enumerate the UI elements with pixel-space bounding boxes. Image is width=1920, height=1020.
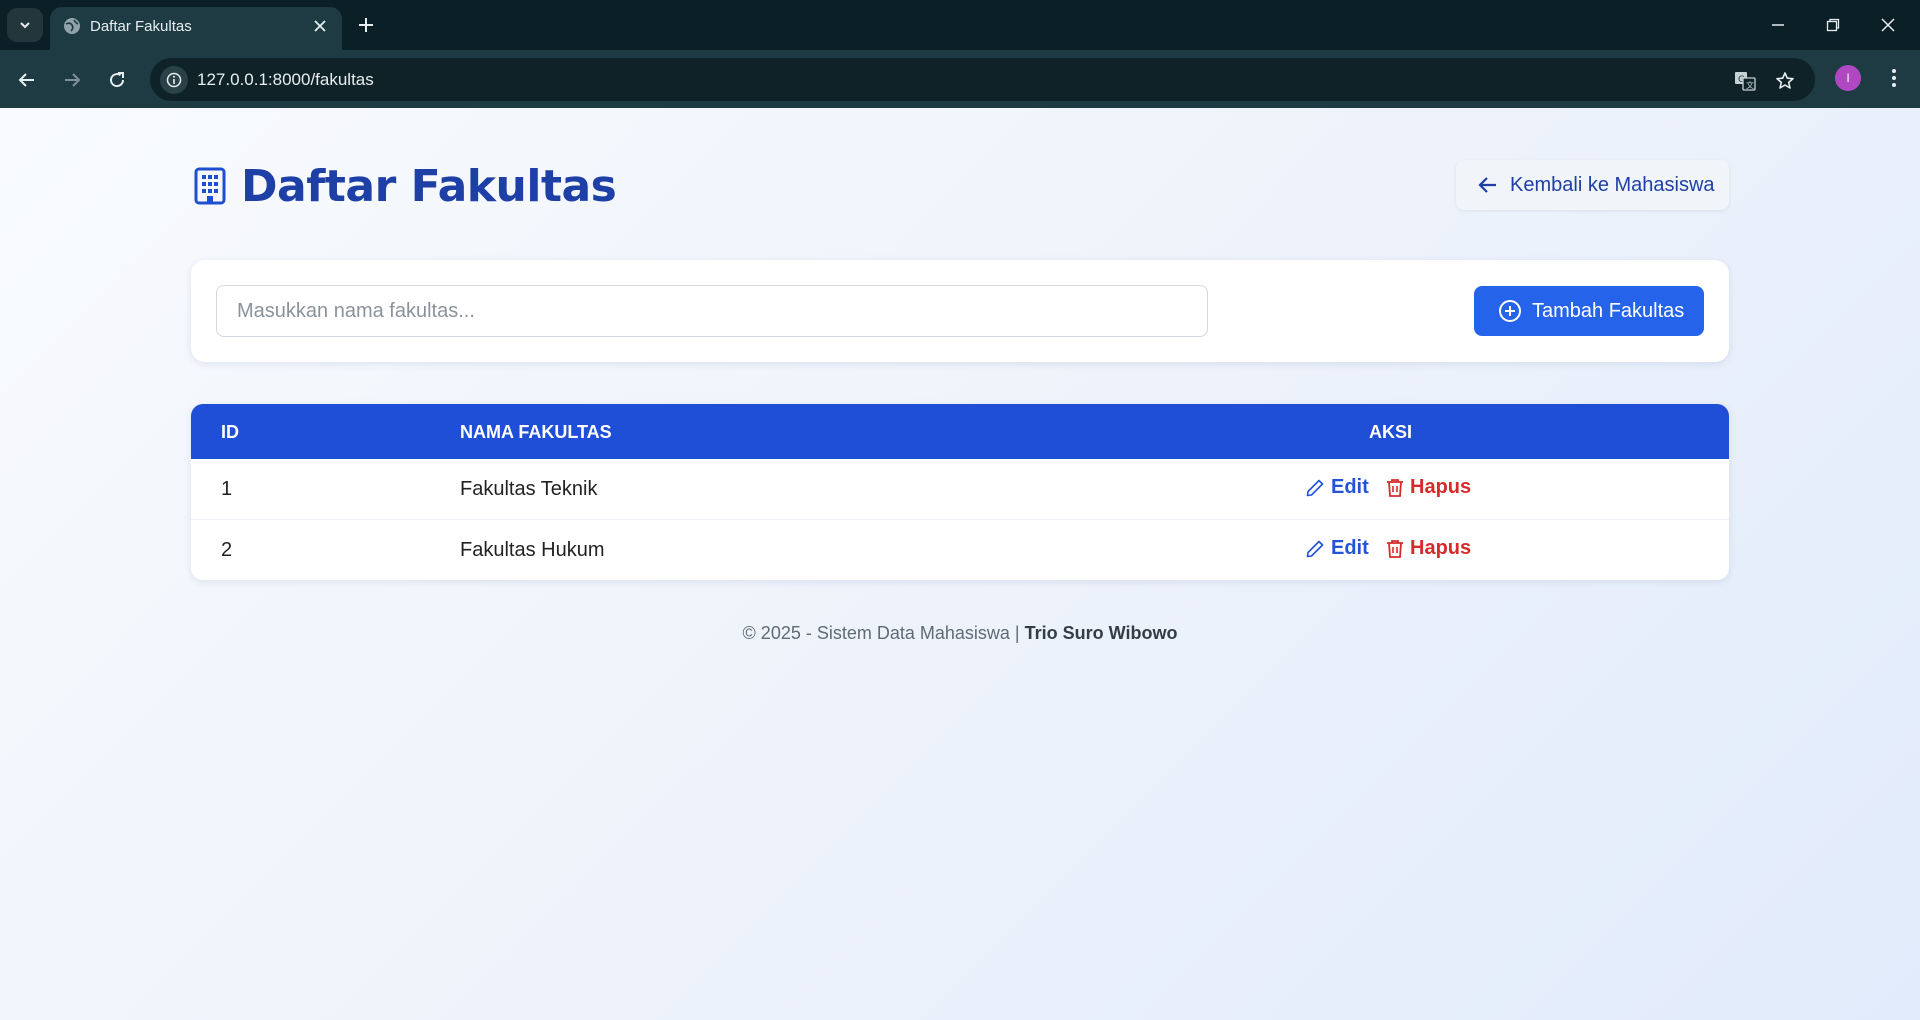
page-body: Daftar Fakultas Kembali ke Mahasiswa Tam… — [0, 108, 1920, 1020]
add-button-label: Tambah Fakultas — [1532, 299, 1685, 322]
new-tab-button[interactable] — [353, 12, 379, 38]
add-fakultas-button[interactable]: Tambah Fakultas — [1474, 286, 1704, 336]
plus-icon — [359, 18, 373, 32]
restore-button[interactable] — [1815, 10, 1851, 40]
reload-button[interactable] — [102, 65, 132, 95]
browser-menu-button[interactable] — [1881, 65, 1907, 91]
page-header: Daftar Fakultas Kembali ke Mahasiswa — [191, 160, 1729, 214]
profile-avatar[interactable]: I — [1835, 65, 1861, 91]
site-info-button[interactable] — [160, 66, 188, 94]
browser-tab[interactable]: Daftar Fakultas — [50, 7, 342, 50]
building-icon — [194, 167, 226, 205]
back-to-mahasiswa-button[interactable]: Kembali ke Mahasiswa — [1456, 160, 1729, 210]
column-header-name: NAMA FAKULTAS — [460, 422, 612, 442]
pencil-icon — [1306, 540, 1324, 557]
browser-tabstrip: Daftar Fakultas — [0, 0, 1920, 50]
column-header-actions: AKSI — [1369, 422, 1413, 442]
footer-text: © 2025 - Sistem Data Mahasiswa | — [742, 623, 1025, 643]
footer: © 2025 - Sistem Data Mahasiswa | Trio Su… — [0, 623, 1920, 644]
delete-label: Hapus — [1410, 476, 1472, 498]
column-header-id: ID — [221, 422, 239, 442]
close-window-button[interactable] — [1870, 10, 1906, 40]
trash-icon — [1387, 539, 1403, 558]
translate-button[interactable]: G文 — [1732, 68, 1758, 94]
delete-label: Hapus — [1410, 537, 1472, 559]
star-icon — [1776, 72, 1794, 89]
pencil-icon — [1306, 479, 1324, 496]
minimize-button[interactable] — [1760, 10, 1796, 40]
arrow-left-icon — [18, 73, 34, 87]
reload-icon — [110, 72, 125, 88]
svg-text:文: 文 — [1746, 80, 1754, 90]
close-icon — [314, 20, 326, 32]
tab-search-button[interactable] — [7, 8, 43, 42]
search-input[interactable] — [216, 285, 1208, 337]
arrow-left-icon — [1478, 177, 1496, 193]
footer-author: Trio Suro Wibowo — [1024, 623, 1178, 643]
edit-label: Edit — [1331, 537, 1369, 559]
cell-id: 1 — [221, 478, 233, 500]
bookmark-button[interactable] — [1772, 68, 1798, 94]
close-icon — [1881, 18, 1895, 32]
table-row: 1 Fakultas Teknik Edit Hapus — [191, 459, 1729, 520]
url-text: 127.0.0.1:8000/fakultas — [197, 70, 374, 89]
back-nav-button[interactable] — [12, 65, 42, 95]
cell-name: Fakultas Teknik — [460, 478, 598, 500]
trash-icon — [1387, 478, 1403, 497]
search-card: Tambah Fakultas — [191, 260, 1729, 362]
translate-icon: G文 — [1735, 72, 1756, 91]
fakultas-table: ID NAMA FAKULTAS AKSI 1 Fakultas Teknik … — [191, 404, 1729, 580]
table-header: ID NAMA FAKULTAS AKSI — [191, 404, 1729, 459]
plus-circle-icon — [1499, 300, 1521, 322]
edit-link[interactable]: Edit — [1305, 537, 1369, 560]
tab-close-button[interactable] — [310, 16, 330, 36]
globe-icon — [64, 18, 80, 34]
address-bar[interactable]: 127.0.0.1:8000/fakultas G文 — [150, 58, 1815, 101]
cell-name: Fakultas Hukum — [460, 539, 605, 561]
back-button-label: Kembali ke Mahasiswa — [1510, 173, 1715, 196]
edit-label: Edit — [1331, 476, 1369, 498]
restore-icon — [1826, 18, 1840, 32]
forward-nav-button[interactable] — [57, 65, 87, 95]
tab-title: Daftar Fakultas — [90, 18, 192, 35]
arrow-right-icon — [65, 73, 81, 87]
table-row: 2 Fakultas Hukum Edit Hapus — [191, 520, 1729, 580]
info-icon — [166, 72, 182, 88]
browser-toolbar: 127.0.0.1:8000/fakultas G文 I — [0, 50, 1920, 108]
cell-id: 2 — [221, 539, 233, 561]
delete-link[interactable]: Hapus — [1386, 537, 1471, 560]
delete-link[interactable]: Hapus — [1386, 476, 1471, 499]
minimize-icon — [1772, 24, 1784, 26]
page-title: Daftar Fakultas — [241, 161, 617, 212]
edit-link[interactable]: Edit — [1305, 476, 1369, 499]
more-vertical-icon — [1892, 69, 1896, 87]
chevron-down-icon — [20, 22, 30, 29]
